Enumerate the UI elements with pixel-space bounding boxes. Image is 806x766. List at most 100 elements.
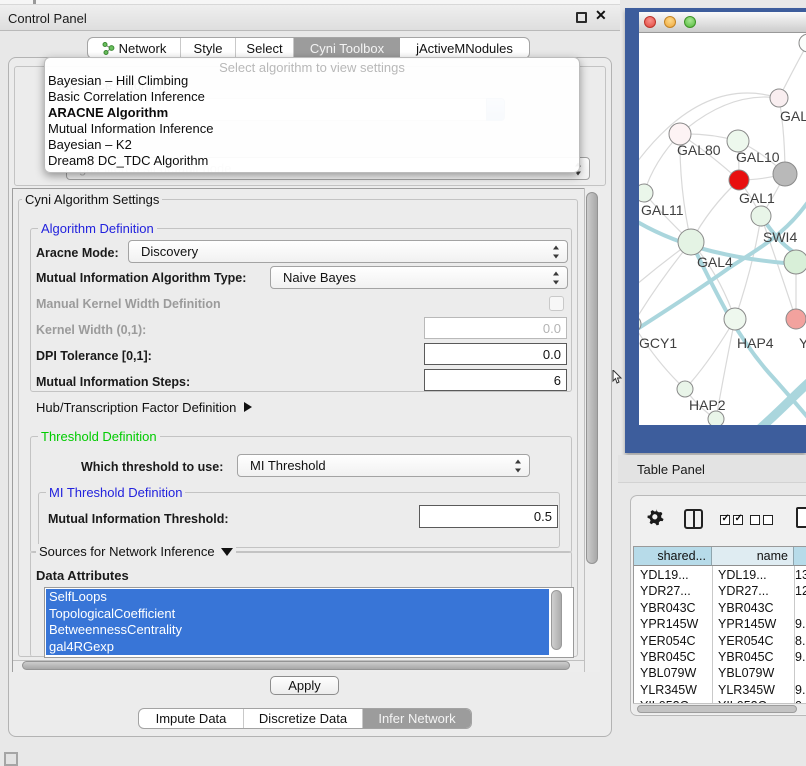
table-cell[interactable]: YBR045C — [718, 650, 774, 664]
network-node[interactable] — [677, 381, 693, 397]
kernel-width-label: Kernel Width (0,1): — [36, 323, 146, 337]
close-traffic-light[interactable] — [644, 16, 656, 28]
network-node[interactable] — [678, 229, 704, 255]
hub-definition-toggle[interactable]: Hub/Transcription Factor Definition — [36, 400, 252, 415]
table-cell[interactable]: YDR27... — [718, 584, 769, 598]
table-cell[interactable]: 9. — [795, 650, 805, 664]
settings-hscrollbar-thumb[interactable] — [22, 661, 570, 670]
network-node-label: GAL1 — [739, 190, 775, 206]
zoom-traffic-light[interactable] — [684, 16, 696, 28]
network-node[interactable] — [724, 308, 746, 330]
table-cell[interactable]: YER054C — [640, 634, 696, 648]
kernel-width-field[interactable]: 0.0 — [424, 317, 567, 339]
tab-network[interactable]: Network — [88, 38, 181, 58]
table-cell[interactable]: YER054C — [718, 634, 774, 648]
network-canvas[interactable]: GAL8GAL80GAL10GAL1GAL11SWI4GAL4HAP4YGCY1… — [639, 33, 806, 425]
manual-kernel-label: Manual Kernel Width Definition — [36, 297, 221, 311]
table-cell[interactable]: YDL19... — [718, 568, 767, 582]
network-edge[interactable] — [735, 216, 761, 319]
dropdown-option[interactable]: ARACNE Algorithm — [48, 105, 168, 121]
network-node[interactable] — [708, 411, 724, 425]
table-cell[interactable]: 8. — [795, 634, 805, 648]
dropdown-option[interactable]: Mutual Information Inference — [48, 121, 213, 137]
network-node-label: GAL10 — [736, 149, 780, 165]
table-cell[interactable]: YBR045C — [640, 650, 696, 664]
deselect-all-checkboxes-icon[interactable] — [750, 512, 776, 530]
table-cell[interactable]: 13 — [795, 568, 806, 582]
table-hscrollbar-thumb[interactable] — [637, 705, 797, 713]
network-node[interactable] — [799, 34, 806, 52]
network-edge[interactable] — [639, 324, 685, 389]
minimize-traffic-light[interactable] — [664, 16, 676, 28]
attribute-list-item[interactable]: gal4RGexp — [46, 639, 549, 656]
network-node[interactable] — [751, 206, 771, 226]
collapse-down-icon — [221, 548, 233, 556]
tab-style[interactable]: Style — [181, 38, 236, 58]
table-column-header[interactable] — [794, 547, 806, 566]
mini-panel-icon[interactable] — [4, 752, 18, 766]
table-cell[interactable]: YBL079W — [640, 666, 696, 680]
network-node-label: GCY1 — [639, 335, 677, 351]
document-icon[interactable] — [796, 507, 806, 528]
bottom-tab-infer-network[interactable]: Infer Network — [363, 709, 471, 728]
mi-steps-field[interactable]: 6 — [424, 369, 567, 391]
dropdown-option[interactable]: Dream8 DC_TDC Algorithm — [48, 153, 208, 169]
attribute-list-item[interactable]: TopologicalCoefficient — [46, 606, 549, 623]
table-cell[interactable]: 9. — [795, 617, 805, 631]
table-cell[interactable]: YDR27... — [640, 584, 691, 598]
attribute-list-item[interactable]: SelfLoops — [46, 589, 549, 606]
select-all-checkboxes-icon[interactable] — [720, 512, 746, 530]
bottom-tab-discretize-data[interactable]: Discretize Data — [244, 709, 363, 728]
network-edge[interactable] — [680, 97, 779, 134]
bottom-tab-impute-data[interactable]: Impute Data — [139, 709, 244, 728]
control-panel-tabs: NetworkStyleSelectCyni ToolboxjActiveMNo… — [87, 37, 530, 59]
network-node[interactable] — [786, 309, 806, 329]
mouse-cursor — [612, 370, 624, 384]
table-cell[interactable]: YBR043C — [640, 601, 696, 615]
mi-type-combo[interactable]: Naive Bayes — [270, 266, 568, 289]
algorithm-dropdown[interactable]: Select algorithm to view settings Bayesi… — [44, 57, 580, 173]
dpi-tolerance-field[interactable]: 0.0 — [424, 343, 567, 365]
table-grid-line — [794, 566, 795, 703]
tab-select[interactable]: Select — [236, 38, 294, 58]
attribute-list-item[interactable]: BetweennessCentrality — [46, 622, 549, 639]
table-cell[interactable]: YBR043C — [718, 601, 774, 615]
sources-title[interactable]: Sources for Network Inference — [36, 544, 236, 559]
table-cell[interactable]: YLR345W — [640, 683, 697, 697]
dropdown-option[interactable]: Basic Correlation Inference — [48, 89, 205, 105]
mi-threshold-field[interactable]: 0.5 — [419, 505, 558, 528]
aracne-mode-combo[interactable]: Discovery — [128, 240, 568, 263]
data-attributes-list[interactable]: SelfLoopsTopologicalCoefficientBetweenne… — [44, 587, 574, 658]
network-icon — [102, 42, 115, 55]
network-node[interactable] — [639, 184, 653, 202]
table-cell[interactable]: YLR345W — [718, 683, 775, 697]
network-node[interactable] — [729, 170, 749, 190]
network-node[interactable] — [773, 162, 797, 186]
node-table[interactable]: shared...name YDL19... YDL19... 13 YDR27... Y… — [633, 546, 806, 703]
table-cell[interactable]: YBL079W — [718, 666, 774, 680]
manual-kernel-checkbox[interactable] — [549, 296, 564, 311]
settings-vscrollbar-thumb[interactable] — [586, 192, 598, 564]
table-cell[interactable]: 12 — [795, 584, 806, 598]
network-node[interactable] — [784, 250, 806, 274]
tab-cyni-toolbox[interactable]: Cyni Toolbox — [294, 38, 400, 58]
dropdown-option[interactable]: Bayesian – Hill Climbing — [48, 73, 188, 89]
network-node-label: GAL11 — [641, 202, 684, 218]
tab-jactivemnodules[interactable]: jActiveMNodules — [400, 38, 529, 58]
which-threshold-combo[interactable]: MI Threshold — [237, 454, 530, 477]
gear-icon[interactable] — [645, 506, 665, 526]
apply-button[interactable]: Apply — [270, 676, 339, 695]
table-cell[interactable]: YPR145W — [718, 617, 776, 631]
dropdown-option[interactable]: Bayesian – K2 — [48, 137, 132, 153]
columns-icon[interactable] — [684, 509, 703, 529]
table-cell[interactable]: YDL19... — [640, 568, 689, 582]
list-scrollbar[interactable] — [551, 590, 562, 650]
float-window-icon[interactable] — [576, 12, 587, 23]
table-hscrollbar[interactable] — [633, 703, 806, 714]
network-node[interactable] — [770, 89, 788, 107]
table-cell[interactable]: YPR145W — [640, 617, 698, 631]
table-column-header[interactable]: name — [712, 547, 794, 566]
table-column-header[interactable]: shared... — [634, 547, 712, 566]
close-icon[interactable]: ✕ — [595, 7, 607, 24]
table-cell[interactable]: 9. — [795, 683, 805, 697]
